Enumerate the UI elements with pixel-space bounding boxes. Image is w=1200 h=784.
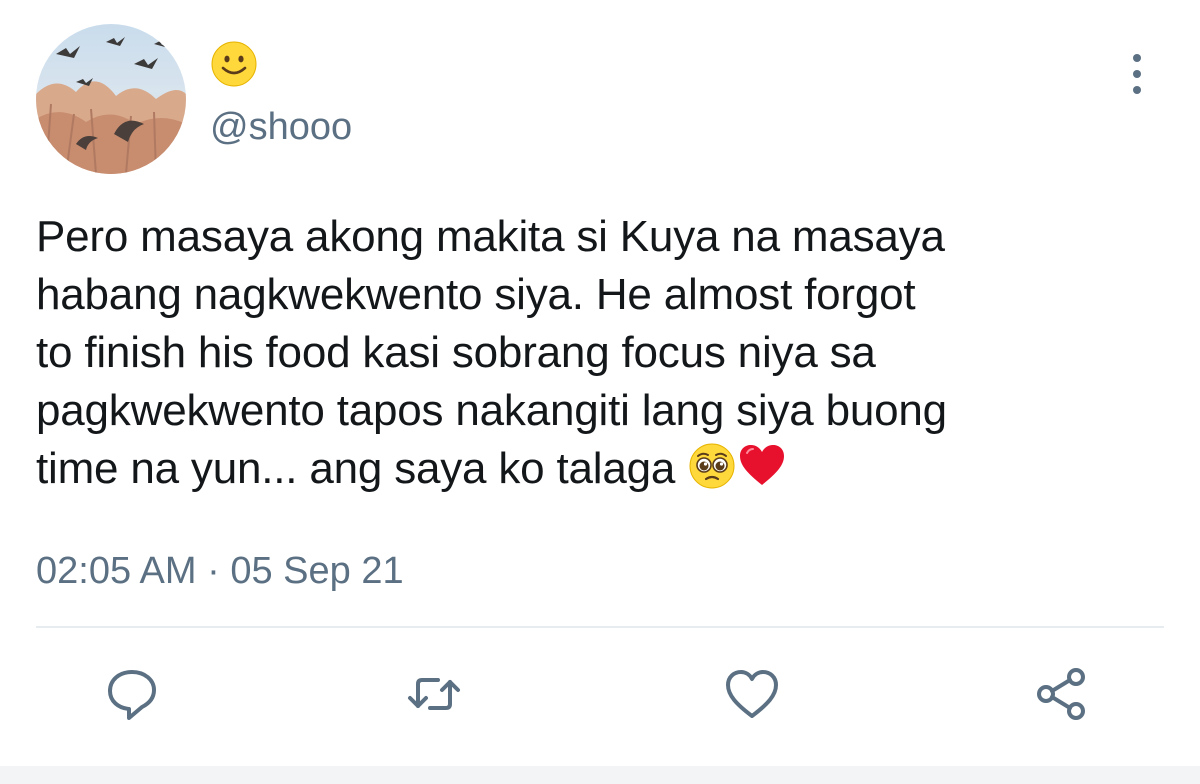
like-icon[interactable] [722, 664, 782, 724]
tweet-line: to finish his food kasi sobrang focus ni… [36, 328, 876, 377]
share-icon[interactable] [1032, 664, 1092, 724]
bottom-edge [0, 766, 1200, 784]
tweet-line: time na yun... ang saya ko talaga [36, 444, 688, 493]
tweet-line: pagkwekwento tapos nakangiti lang siya b… [36, 386, 947, 435]
tweet-card: @shooo Pero masaya akong makita si Kuya … [0, 0, 1200, 784]
red-heart-emoji [737, 441, 787, 491]
smiling-face-emoji [210, 40, 258, 88]
divider [36, 626, 1164, 628]
more-vertical-icon[interactable] [1122, 52, 1152, 96]
tweet-text: Pero masaya akong makita si Kuya na masa… [36, 208, 1166, 498]
avatar[interactable] [36, 24, 186, 174]
pleading-face-emoji [687, 441, 737, 491]
tweet-line: Pero masaya akong makita si Kuya na masa… [36, 212, 945, 261]
birds-flying-avatar-image [36, 24, 186, 174]
tweet-line: habang nagkwekwento siya. He almost forg… [36, 270, 916, 319]
tweet-last-line: time na yun... ang saya ko talaga [36, 440, 1166, 498]
user-handle[interactable]: @shooo [210, 104, 352, 150]
reply-icon[interactable] [102, 664, 162, 724]
retweet-icon[interactable] [404, 664, 464, 724]
tweet-timestamp[interactable]: 02:05 AM · 05 Sep 21 [36, 548, 404, 594]
